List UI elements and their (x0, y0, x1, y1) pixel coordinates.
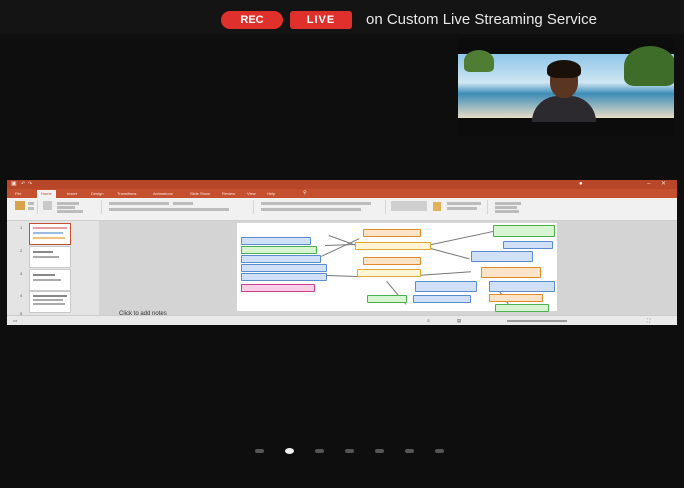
slide-thumbnail-4[interactable] (29, 291, 71, 313)
editing-group[interactable] (489, 200, 569, 214)
diagram-node[interactable] (503, 241, 553, 249)
streaming-service-label: on Custom Live Streaming Service (366, 11, 597, 28)
diagram-node[interactable] (481, 267, 541, 278)
tab-design[interactable]: Design (91, 189, 103, 198)
page-dot[interactable] (315, 449, 324, 453)
clipboard-group[interactable] (9, 200, 38, 214)
participant-video (458, 46, 674, 122)
slide-editing-canvas[interactable] (99, 221, 677, 315)
ppt-status-bar: ▭ ≡ ▤ ⛶ (7, 315, 677, 325)
diagram-node[interactable] (495, 304, 549, 312)
notes-toggle-icon[interactable]: ≡ (427, 316, 430, 325)
foliage-graphic (464, 50, 494, 72)
ppt-ribbon-tabs: File Home Insert Design Transitions Anim… (7, 189, 677, 198)
undo-icon[interactable]: ↶ (21, 180, 25, 189)
rec-badge[interactable]: REC (221, 11, 283, 29)
page-dot-active[interactable] (285, 448, 294, 454)
diagram-node[interactable] (241, 246, 317, 254)
fit-slide-icon[interactable]: ⛶ (647, 316, 650, 325)
participant-hair (547, 60, 581, 78)
save-icon[interactable]: ▣ (11, 180, 17, 189)
diagram-node[interactable] (363, 229, 421, 237)
shared-screen[interactable]: ▣ ↶ ↷ ● – ✕ File Home Insert Design Tran… (7, 180, 677, 325)
diagram-node[interactable] (489, 281, 555, 292)
diagram-node[interactable] (241, 284, 315, 292)
tab-home[interactable]: Home (37, 190, 56, 198)
participant-video-tile[interactable] (458, 38, 674, 136)
tab-slide-show[interactable]: Slide Show (190, 189, 210, 198)
tab-insert[interactable]: Insert (67, 189, 77, 198)
slide-thumbnail-2[interactable] (29, 246, 71, 268)
participant-body (532, 96, 596, 122)
slide-number: 1 (20, 225, 23, 230)
tab-help[interactable]: Help (267, 189, 275, 198)
diagram-node[interactable] (489, 294, 543, 302)
tell-me-search-icon[interactable]: ⚲ (303, 189, 307, 198)
font-group[interactable] (103, 200, 254, 214)
status-slide-info: ▭ (13, 318, 18, 323)
slide-thumbnail-1[interactable] (29, 223, 71, 245)
diagram-node[interactable] (415, 281, 477, 292)
page-indicator (0, 446, 684, 456)
page-dot[interactable] (435, 449, 444, 453)
slide-number: 3 (20, 271, 23, 276)
minimize-icon[interactable]: – (647, 180, 650, 189)
diagram-node[interactable] (413, 295, 471, 303)
ppt-ribbon (7, 198, 677, 221)
tab-file[interactable]: File (15, 189, 21, 198)
current-slide[interactable] (237, 223, 557, 312)
ppt-title-bar: ▣ ↶ ↷ ● – ✕ (7, 180, 677, 189)
user-avatar-icon[interactable]: ● (579, 180, 583, 189)
diagram-node[interactable] (355, 242, 431, 250)
slide-number: 2 (20, 248, 23, 253)
redo-icon[interactable]: ↷ (28, 180, 32, 189)
slide-thumbnail-pane: 1 2 3 4 5 (7, 221, 99, 319)
slides-group[interactable] (39, 200, 102, 214)
slide-number: 4 (20, 293, 23, 298)
diagram-node[interactable] (241, 237, 311, 245)
tab-transitions[interactable]: Transitions (117, 189, 136, 198)
diagram-node[interactable] (367, 295, 407, 303)
comments-icon[interactable]: ▤ (457, 316, 461, 325)
tab-review[interactable]: Review (222, 189, 235, 198)
diagram-node[interactable] (241, 255, 321, 263)
page-dot[interactable] (345, 449, 354, 453)
paragraph-group[interactable] (255, 200, 386, 214)
diagram-node[interactable] (241, 264, 327, 272)
page-dot[interactable] (405, 449, 414, 453)
recording-status-bar: REC LIVE on Custom Live Streaming Servic… (0, 0, 684, 34)
diagram-node[interactable] (357, 269, 421, 277)
tab-animations[interactable]: Animations (153, 189, 173, 198)
live-badge[interactable]: LIVE (290, 11, 352, 29)
diagram-node[interactable] (241, 273, 327, 281)
zoom-slider[interactable] (507, 320, 567, 322)
page-dot[interactable] (255, 449, 264, 453)
drawing-group[interactable] (387, 200, 488, 214)
close-icon[interactable]: ✕ (661, 180, 666, 189)
diagram-node[interactable] (493, 225, 555, 237)
palm-tree-graphic (624, 46, 674, 86)
page-dot[interactable] (375, 449, 384, 453)
tab-view[interactable]: View (247, 189, 256, 198)
diagram-node[interactable] (363, 257, 421, 265)
diagram-node[interactable] (471, 251, 533, 262)
slide-thumbnail-3[interactable] (29, 269, 71, 291)
